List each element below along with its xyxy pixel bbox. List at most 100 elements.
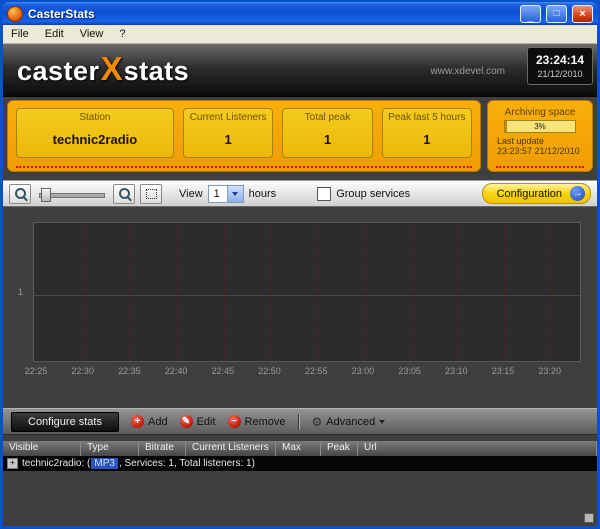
chart-gridline	[83, 223, 85, 361]
row-text: technic2radio: (MP3, Services: 1, Total …	[22, 458, 255, 469]
stat-card-label: Station	[79, 112, 111, 123]
resize-grip[interactable]	[584, 513, 594, 523]
add-button[interactable]: + Add	[130, 415, 168, 428]
magnifier-icon	[14, 188, 26, 199]
zoom-slider[interactable]	[39, 186, 105, 202]
chart-x-tick-label: 23:00	[351, 366, 375, 376]
column-header-current-listeners[interactable]: Current Listeners	[186, 441, 276, 456]
toolbar-separator	[297, 413, 300, 430]
slider-thumb[interactable]	[41, 187, 51, 202]
chart-x-tick-label: 22:55	[304, 366, 328, 376]
stat-card-peak-last-5-hours: Peak last 5 hours 1	[381, 108, 472, 158]
chart-x-tick-label: 23:10	[445, 366, 468, 376]
configuration-arrow-icon: →	[570, 186, 585, 201]
chart-y-tick-label: 1	[18, 287, 24, 297]
dropdown-arrow-icon[interactable]	[226, 185, 243, 202]
zoom-in-magnifier-icon	[118, 188, 130, 199]
menu-bar: File Edit View?	[3, 25, 597, 44]
chart-gridline	[550, 223, 552, 361]
archiving-percent: 3%	[534, 122, 546, 131]
menu-item-file[interactable]: File	[3, 28, 37, 40]
chart-x-tick-label: 22:45	[211, 366, 235, 376]
edit-icon: ✎	[179, 415, 193, 428]
stat-card-value: 1	[224, 131, 232, 147]
stat-card-label: Current Listeners	[189, 112, 267, 123]
chart-gridline	[130, 223, 132, 361]
chart-gridline	[410, 223, 412, 361]
hours-dropdown-value: 1	[213, 187, 220, 200]
column-header-visible[interactable]: Visible	[3, 441, 81, 456]
group-services-label: Group services	[336, 187, 411, 200]
configuration-label: Configuration	[496, 187, 562, 200]
menu-item-edit[interactable]: Edit	[37, 28, 72, 40]
minimize-button[interactable]: _	[520, 4, 541, 23]
table-header: Visible Type Bitrate Current Listeners Max Pe…	[3, 441, 597, 456]
row-prefix: technic2radio: (	[22, 458, 91, 469]
archiving-progress-bar: 3%	[504, 120, 576, 133]
stat-card-label: Peak last 5 hours	[388, 112, 466, 123]
view-label: View	[179, 187, 203, 200]
close-icon: ×	[579, 7, 586, 20]
stats-cards: Station technic2radio Current Listeners 1 To…	[8, 101, 480, 165]
zoom-in-button[interactable]	[113, 183, 135, 204]
maximize-button[interactable]: □	[546, 4, 567, 23]
menu-item-view[interactable]: View	[72, 28, 112, 40]
stats-panel: Station technic2radio Current Listeners 1 To…	[7, 100, 481, 172]
edit-label: Edit	[196, 415, 216, 428]
close-button[interactable]: ×	[572, 4, 593, 23]
header-banner: casterXstats www.xdevel.com 23:24:14 21/…	[3, 44, 597, 97]
minimize-icon: _	[527, 10, 534, 23]
title-bar[interactable]: CasterStats _ □ ×	[2, 2, 598, 25]
archiving-panel: Archiving space 3% Last update 23:23:57 …	[487, 100, 593, 172]
logo-text-x: X	[100, 50, 123, 87]
edit-button[interactable]: ✎ Edit	[179, 415, 216, 428]
stat-card-current-listeners: Current Listeners 1	[182, 108, 274, 158]
chart-toolbar: View 1 hours Group services Configuratio…	[3, 180, 597, 207]
last-update-value: 23:23:57 21/12/2010	[497, 146, 580, 156]
chart-x-tick-label: 22:50	[258, 366, 281, 376]
add-icon: +	[130, 415, 144, 428]
stats-toolbar: Configure stats + Add ✎ Edit − Remove ⚙ …	[3, 408, 597, 435]
group-services-checkbox[interactable]	[317, 186, 332, 201]
column-header-bitrate[interactable]: Bitrate	[139, 441, 186, 456]
tools-icon: ⚙	[311, 414, 323, 429]
clock-panel: 23:24:14 21/12/2010	[527, 47, 593, 85]
hours-label: hours	[248, 187, 277, 200]
configure-stats-button[interactable]: Configure stats	[11, 411, 119, 432]
menu-item-help[interactable]: ?	[111, 28, 133, 40]
stat-card-value: 1	[323, 131, 332, 147]
chart-gridline	[504, 223, 505, 361]
chart-x-tick-label: 22:40	[164, 366, 188, 376]
logo-text-stats: stats	[123, 56, 190, 86]
logo-text-caster: caster	[17, 56, 100, 86]
remove-icon: −	[227, 415, 241, 428]
chart-x-tick-label: 22:35	[118, 366, 141, 376]
advanced-button[interactable]: ⚙ Advanced	[312, 415, 386, 429]
zoom-fit-button[interactable]	[140, 183, 162, 204]
stat-card-station: Station technic2radio	[16, 108, 174, 158]
column-header-url[interactable]: Url	[358, 441, 597, 456]
zoom-button[interactable]	[9, 183, 31, 204]
app-icon	[7, 5, 23, 22]
stat-card-label: Total peak	[304, 112, 351, 123]
main-content: casterXstats www.xdevel.com 23:24:14 21/…	[3, 44, 597, 526]
app-logo: casterXstats	[17, 50, 189, 88]
last-update-label: Last update	[497, 136, 545, 146]
remove-button[interactable]: − Remove	[227, 415, 286, 428]
website-link[interactable]: www.xdevel.com	[431, 66, 505, 77]
row-highlight: MP3	[91, 458, 118, 469]
table-row[interactable]: + technic2radio: (MP3, Services: 1, Tota…	[3, 456, 597, 471]
hours-dropdown[interactable]: 1	[207, 184, 244, 203]
column-header-max[interactable]: Max	[276, 441, 321, 456]
chart-gridline	[457, 223, 459, 361]
archiving-space-label: Archiving space	[504, 107, 576, 118]
stat-card-value: technic2radio	[52, 131, 138, 147]
chart-gridline	[177, 223, 179, 361]
chart-x-labels: 22:25 22:30 22:35 22:40 22:45 22:50 22:55 23:00…	[25, 366, 579, 378]
column-header-type[interactable]: Type	[81, 441, 139, 456]
configuration-button[interactable]: Configuration →	[481, 183, 591, 204]
column-header-peak[interactable]: Peak	[321, 441, 358, 456]
clock-date: 21/12/2010	[537, 69, 583, 79]
expand-icon[interactable]: +	[7, 458, 18, 469]
fit-view-icon	[145, 188, 157, 199]
